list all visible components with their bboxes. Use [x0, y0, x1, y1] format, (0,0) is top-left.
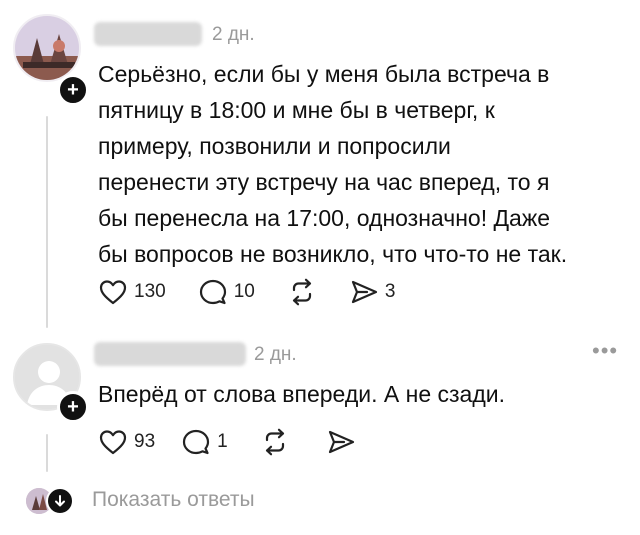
heart-icon [99, 280, 127, 305]
post-text: Вперёд от слова впереди. А не сзади. [98, 376, 628, 412]
comment-count: 1 [217, 431, 228, 452]
text-line: бы перенесла на 17:00, однозначно! Даже [98, 205, 551, 231]
comment-count: 10 [233, 281, 255, 302]
text-line: примеру, позвонили и попросили [98, 133, 451, 159]
more-icon[interactable]: ••• [592, 338, 618, 364]
avatar-wrap: + [13, 14, 89, 106]
show-replies-row[interactable]: Показать ответы [0, 484, 640, 518]
post-actions: 130 10 3 [98, 278, 421, 306]
comment-icon [199, 279, 226, 305]
avatar-wrap: + [13, 343, 89, 423]
username-blurred[interactable] [94, 22, 202, 46]
repost-button[interactable] [287, 278, 317, 306]
post-text: Серьёзно, если бы у меня была встреча в … [98, 56, 628, 272]
repost-icon [292, 278, 311, 306]
like-button[interactable]: 130 [98, 278, 166, 306]
repost-button[interactable] [260, 428, 290, 456]
avatar[interactable] [13, 14, 81, 82]
share-button[interactable] [326, 428, 356, 456]
share-icon [351, 280, 377, 304]
text-line: Вперёд от слова впереди. А не сзади. [98, 381, 506, 407]
like-count: 93 [134, 431, 156, 452]
post-time: 2 дн. [212, 24, 255, 45]
share-button[interactable]: 3 [349, 278, 396, 306]
follow-plus-icon[interactable]: + [57, 391, 89, 423]
chevron-down-icon [46, 487, 74, 515]
comment-button[interactable]: 10 [198, 278, 255, 306]
text-line: перенести эту встречу на час вперед, то … [98, 169, 550, 195]
like-button[interactable]: 93 [98, 428, 155, 456]
share-count: 3 [384, 281, 396, 302]
follow-plus-icon[interactable]: + [57, 74, 89, 106]
share-icon [328, 430, 354, 454]
heart-icon [99, 430, 127, 455]
username-blurred[interactable] [94, 342, 246, 366]
show-replies-label[interactable]: Показать ответы [92, 488, 255, 512]
text-line: пятницу в 18:00 и мне бы в четверг, к [98, 97, 495, 123]
text-line: Серьёзно, если бы у меня была встреча в [98, 61, 550, 87]
comment-icon [183, 429, 210, 455]
thread-line [46, 116, 48, 328]
post-actions: 93 1 [98, 428, 382, 456]
repost-icon [265, 428, 284, 456]
comment-button[interactable]: 1 [181, 428, 228, 456]
thread-line [46, 434, 48, 472]
like-count: 130 [134, 281, 166, 302]
post-time: 2 дн. [254, 344, 297, 365]
text-line: бы вопросов не возникло, что что-то не т… [98, 241, 568, 267]
